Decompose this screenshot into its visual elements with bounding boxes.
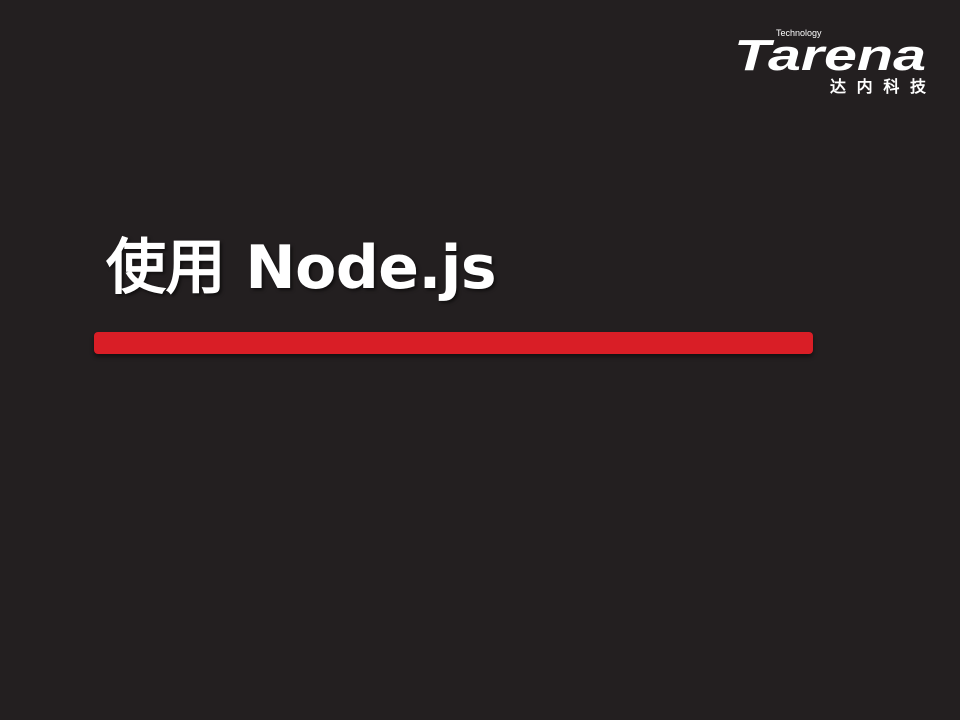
slide: Technology Tarena 达内科技 使用 Node.js (0, 0, 960, 720)
tarena-logo: Technology Tarena 达内科技 (732, 26, 932, 100)
slide-title: 使用 Node.js (106, 233, 497, 303)
title-underline-bar (94, 332, 813, 354)
tarena-logo-graphic: Technology Tarena 达内科技 (734, 28, 927, 96)
logo-brand: Tarena (734, 31, 926, 80)
